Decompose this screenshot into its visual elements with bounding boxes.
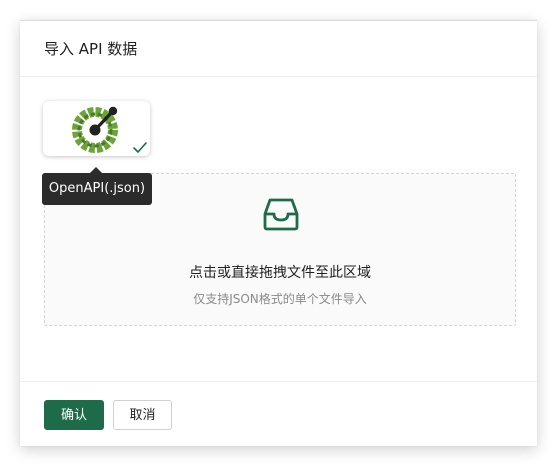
import-dialog: 导入 API 数据 点击或直接拖拽文件至此区域 仅支持JSON格式的单个文件导入 [20, 20, 537, 446]
format-tooltip: OpenAPI(.json) [42, 173, 152, 205]
cancel-button[interactable]: 取消 [113, 400, 172, 430]
selected-check-icon [133, 142, 147, 153]
inbox-icon [263, 198, 299, 231]
page: 导入 API 数据 点击或直接拖拽文件至此区域 仅支持JSON格式的单个文件导入 [0, 0, 557, 466]
openapi-logo-icon [72, 106, 118, 153]
dialog-header: 导入 API 数据 [20, 21, 537, 77]
dropzone-hint: 仅支持JSON格式的单个文件导入 [193, 292, 367, 306]
dropzone-title: 点击或直接拖拽文件至此区域 [189, 265, 371, 281]
dialog-title: 导入 API 数据 [44, 40, 138, 58]
confirm-button[interactable]: 确认 [44, 400, 104, 430]
dialog-footer: 确认 取消 [20, 381, 537, 447]
